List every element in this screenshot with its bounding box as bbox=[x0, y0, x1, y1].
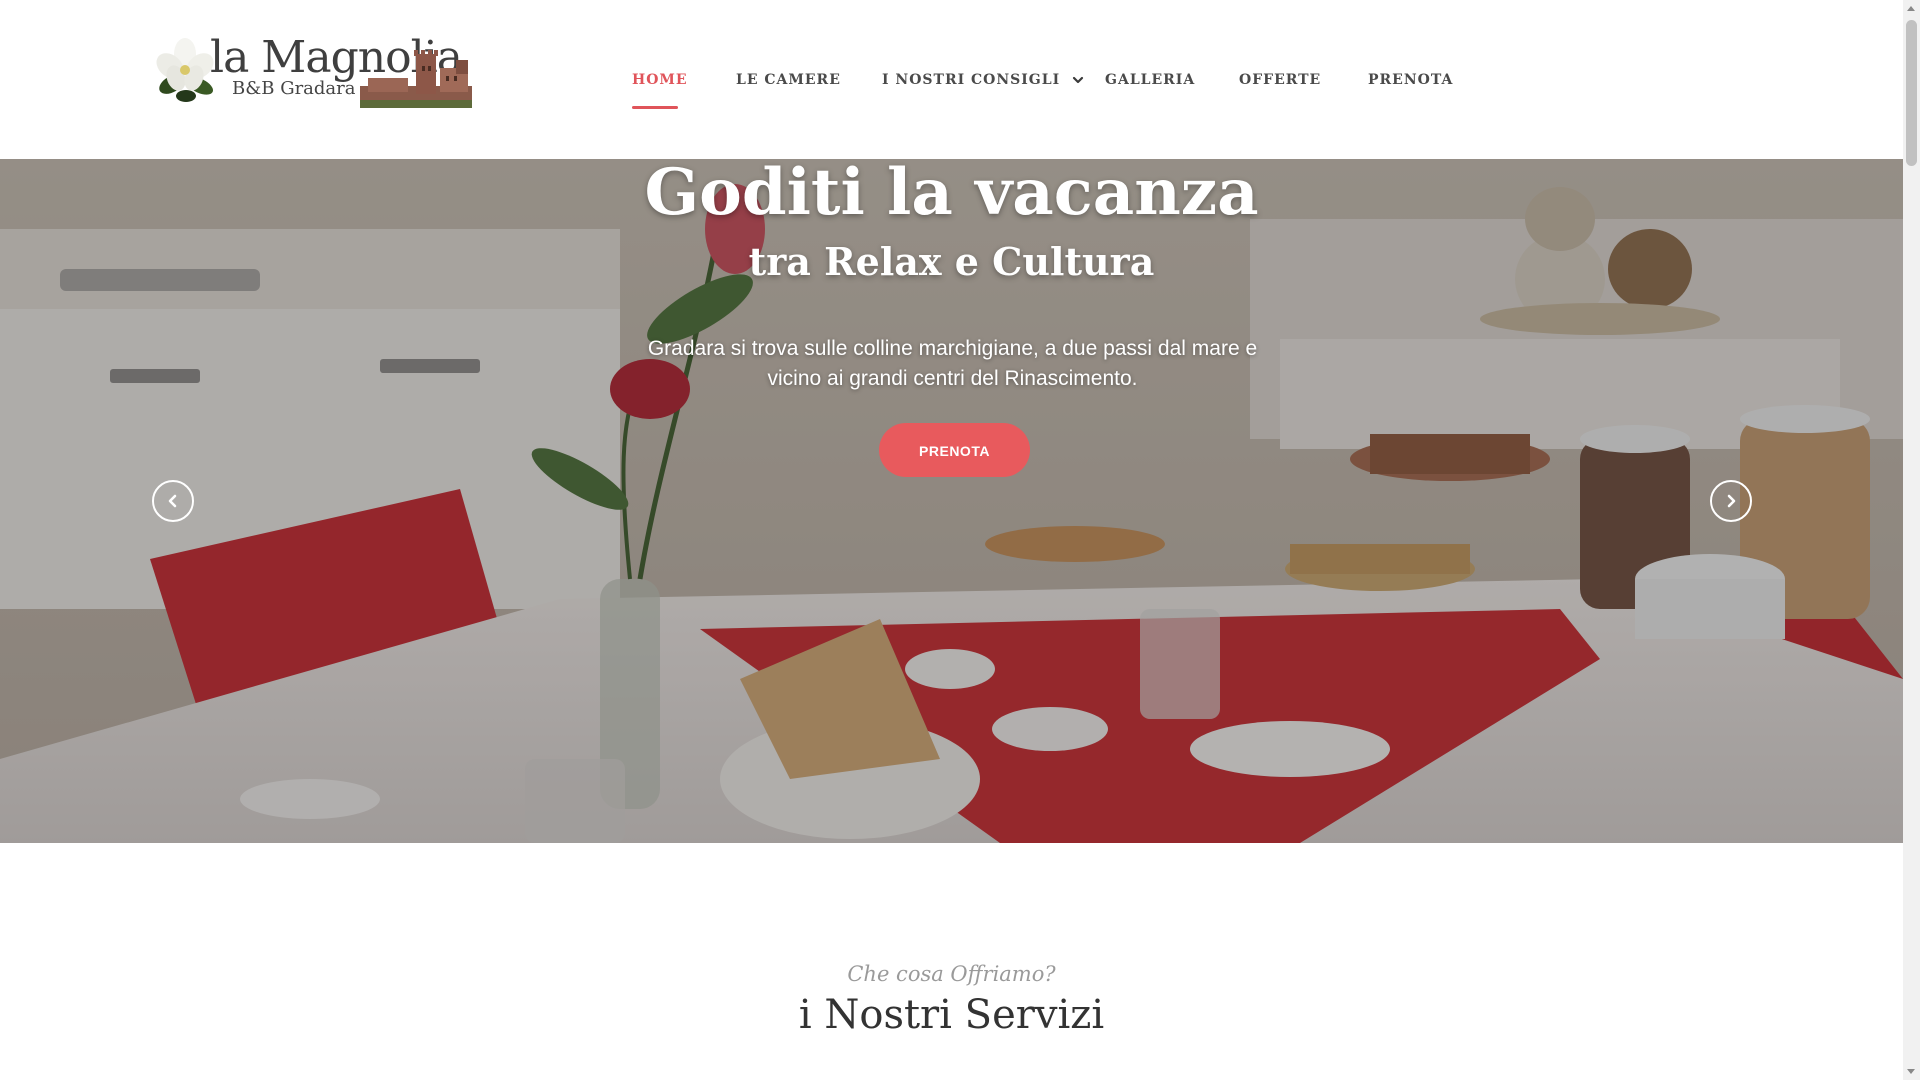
nav-item-i-nostri-consigli[interactable]: I NOSTRI CONSIGLI bbox=[882, 72, 1084, 88]
chevron-down-icon bbox=[1072, 76, 1084, 84]
castle-icon bbox=[360, 50, 472, 108]
magnolia-flower-icon bbox=[156, 38, 214, 102]
site-logo[interactable]: la Magnolia B&B Gradara bbox=[152, 32, 472, 110]
slider-next-button[interactable] bbox=[1710, 480, 1752, 522]
brand-tagline: B&B Gradara bbox=[232, 78, 356, 99]
hero-slider: Goditi la vacanza tra Relax e Cultura Gr… bbox=[0, 159, 1903, 843]
slider-prev-button[interactable] bbox=[152, 480, 194, 522]
nav-item-label: I NOSTRI CONSIGLI bbox=[882, 72, 1061, 88]
hero-title: Goditi la vacanza bbox=[644, 159, 1259, 230]
scroll-up-arrow-icon[interactable] bbox=[1907, 6, 1915, 11]
nav-item-home[interactable]: HOME bbox=[632, 72, 688, 109]
hero-description: Gradara si trova sulle colline marchigia… bbox=[647, 337, 1258, 390]
nav-item-le-camere[interactable]: LE CAMERE bbox=[736, 72, 841, 88]
services-title: i Nostri Servizi bbox=[798, 992, 1105, 1038]
scrollbar-thumb[interactable] bbox=[1906, 20, 1917, 166]
hero-prenota-button[interactable]: PRENOTA bbox=[879, 423, 1030, 477]
site-header: la Magnolia B&B Gradara HOME LE CAMERE I… bbox=[0, 0, 1903, 159]
nav-item-label: LE CAMERE bbox=[736, 72, 841, 88]
scroll-down-arrow-icon[interactable] bbox=[1907, 1069, 1915, 1074]
nav-item-galleria[interactable]: GALLERIA bbox=[1105, 72, 1195, 88]
nav-item-label: PRENOTA bbox=[1368, 72, 1454, 88]
chevron-right-icon bbox=[1727, 494, 1736, 508]
hero-subtitle: tra Relax e Cultura bbox=[748, 239, 1155, 284]
nav-item-label: HOME bbox=[632, 72, 688, 88]
page-scrollbar[interactable] bbox=[1903, 0, 1920, 1080]
services-eyebrow: Che cosa Offriamo? bbox=[847, 962, 1056, 986]
nav-item-label: GALLERIA bbox=[1105, 72, 1196, 88]
nav-item-label: OFFERTE bbox=[1239, 72, 1322, 88]
nav-item-prenota[interactable]: PRENOTA bbox=[1368, 72, 1453, 88]
chevron-left-icon bbox=[168, 494, 177, 508]
nav-item-offerte[interactable]: OFFERTE bbox=[1239, 72, 1321, 88]
active-indicator bbox=[632, 106, 678, 109]
